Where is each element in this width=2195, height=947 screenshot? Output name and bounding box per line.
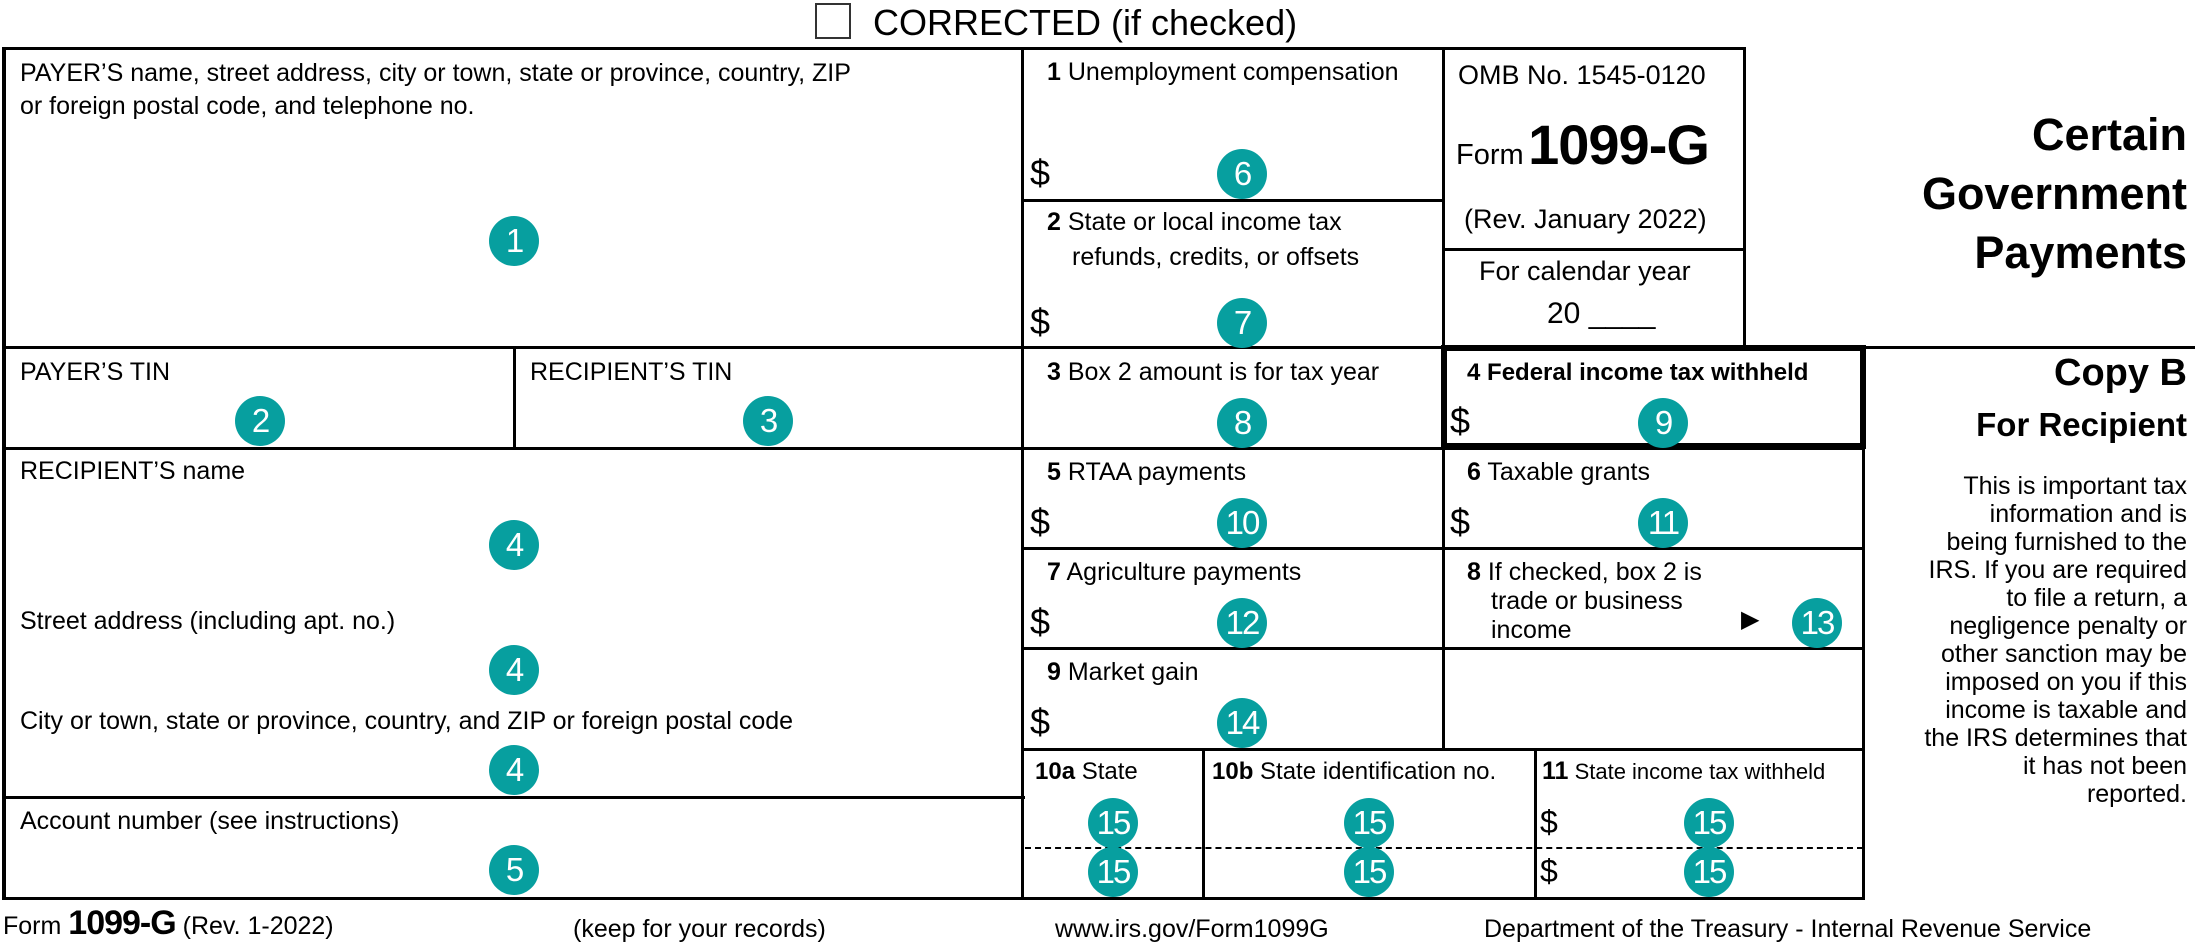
rule-omb-right <box>1743 47 1746 348</box>
copy-notice: This is important tax information and is… <box>1924 472 2187 808</box>
payer-name-label-2: or foreign postal code, and telephone no… <box>20 92 475 120</box>
footer-keep-records: (keep for your records) <box>573 915 826 943</box>
box1-label: 1 Unemployment compensation <box>1047 58 1399 86</box>
dollar-sign: $ <box>1030 301 1051 342</box>
rule-omb-calendar <box>1443 248 1746 251</box>
box2-label-1: 2 State or local income tax <box>1047 208 1342 236</box>
box10a-label: 10a State <box>1035 758 1138 785</box>
box10b-label: 10b State identification no. <box>1212 758 1497 785</box>
form-heading: Certain Government Payments <box>1922 105 2187 282</box>
form-heading-line: Certain <box>2031 109 2187 160</box>
form-number: 1099-G <box>1528 113 1710 176</box>
dollar-sign: $ <box>1450 400 1471 441</box>
corrected-label: CORRECTED (if checked) <box>873 2 1298 43</box>
marker-badge: 6 <box>1217 149 1267 199</box>
form-word: Form <box>1456 139 1524 171</box>
marker-badge: 15 <box>1344 798 1394 848</box>
marker-badge: 15 <box>1684 847 1734 897</box>
marker-badge: 14 <box>1217 698 1267 748</box>
box2-label-2: refunds, credits, or offsets <box>1072 243 1360 271</box>
box6-label: 6 Taxable grants <box>1467 458 1651 486</box>
marker-badge: 11 <box>1638 498 1688 548</box>
recipient-name-label: RECIPIENT’S name <box>20 457 246 485</box>
marker-badge: 3 <box>743 396 793 446</box>
box7-label: 7 Agriculture payments <box>1047 558 1302 586</box>
recipient-city-label: City or town, state or province, country… <box>20 707 794 735</box>
recipient-tin-label: RECIPIENT’S TIN <box>530 358 733 386</box>
marker-badge: 15 <box>1684 798 1734 848</box>
box8-label-2: trade or business <box>1491 587 1683 615</box>
dollar-sign: $ <box>1450 501 1471 542</box>
box11-label: 11 State income tax withheld <box>1542 757 1826 785</box>
copy-subtitle: For Recipient <box>1976 406 2187 443</box>
payer-name-label-1: PAYER’S name, street address, city or to… <box>20 59 851 87</box>
marker-badge: 5 <box>489 845 539 895</box>
marker-badge: 4 <box>489 745 539 795</box>
marker-badge: 15 <box>1088 798 1138 848</box>
dollar-sign: $ <box>1540 853 1558 889</box>
form-title: Form 1099-G <box>1456 112 1710 177</box>
copy-title: Copy B <box>2054 352 2187 394</box>
form-heading-line: Government <box>1921 168 2187 219</box>
box8-checkbox-marker[interactable]: 13 <box>1792 598 1842 648</box>
omb-number: OMB No. 1545-0120 <box>1458 60 1706 90</box>
marker-badge: 10 <box>1217 498 1267 548</box>
marker-badge: 9 <box>1638 398 1688 448</box>
marker-badge: 4 <box>489 520 539 570</box>
marker-badge: 1 <box>489 216 539 266</box>
payer-tin-label: PAYER’S TIN <box>20 358 171 386</box>
box8-label-1: 8 If checked, box 2 is <box>1467 558 1702 586</box>
footer-department: Department of the Treasury - Internal Re… <box>1484 915 2092 943</box>
calendar-year-field[interactable]: 20 ____ <box>1547 297 1655 331</box>
form-revision: (Rev. January 2022) <box>1464 204 1707 234</box>
box9-label: 9 Market gain <box>1047 658 1199 686</box>
recipient-street-label: Street address (including apt. no.) <box>20 607 396 635</box>
box8-label-3: income <box>1491 616 1572 644</box>
rule-bottom <box>3 897 1865 900</box>
dollar-sign: $ <box>1030 501 1051 542</box>
box3-label: 3 Box 2 amount is for tax year <box>1047 358 1380 386</box>
footer-url[interactable]: www.irs.gov/Form1099G <box>1055 914 1329 945</box>
dollar-sign: $ <box>1030 601 1051 642</box>
marker-badge: 15 <box>1088 847 1138 897</box>
box5-label: 5 RTAA payments <box>1047 458 1247 486</box>
dollar-sign: $ <box>1540 804 1558 840</box>
account-number-label: Account number (see instructions) <box>20 807 400 835</box>
corrected-checkbox[interactable] <box>815 3 851 39</box>
box4-label: 4 Federal income tax withheld <box>1467 359 1809 386</box>
arrow-right-icon: ▶ <box>1741 606 1760 633</box>
calendar-year-label: For calendar year <box>1479 256 1691 286</box>
marker-badge: 15 <box>1344 847 1394 897</box>
footer-form-id: Form 1099-G (Rev. 1-2022) <box>3 904 334 942</box>
marker-badge: 4 <box>489 645 539 695</box>
dollar-sign: $ <box>1030 152 1051 193</box>
marker-badge: 7 <box>1217 298 1267 348</box>
marker-badge: 12 <box>1217 598 1267 648</box>
marker-badge: 8 <box>1217 398 1267 448</box>
marker-badge: 2 <box>235 396 285 446</box>
dollar-sign: $ <box>1030 701 1051 742</box>
form-heading-line: Payments <box>1974 227 2187 278</box>
